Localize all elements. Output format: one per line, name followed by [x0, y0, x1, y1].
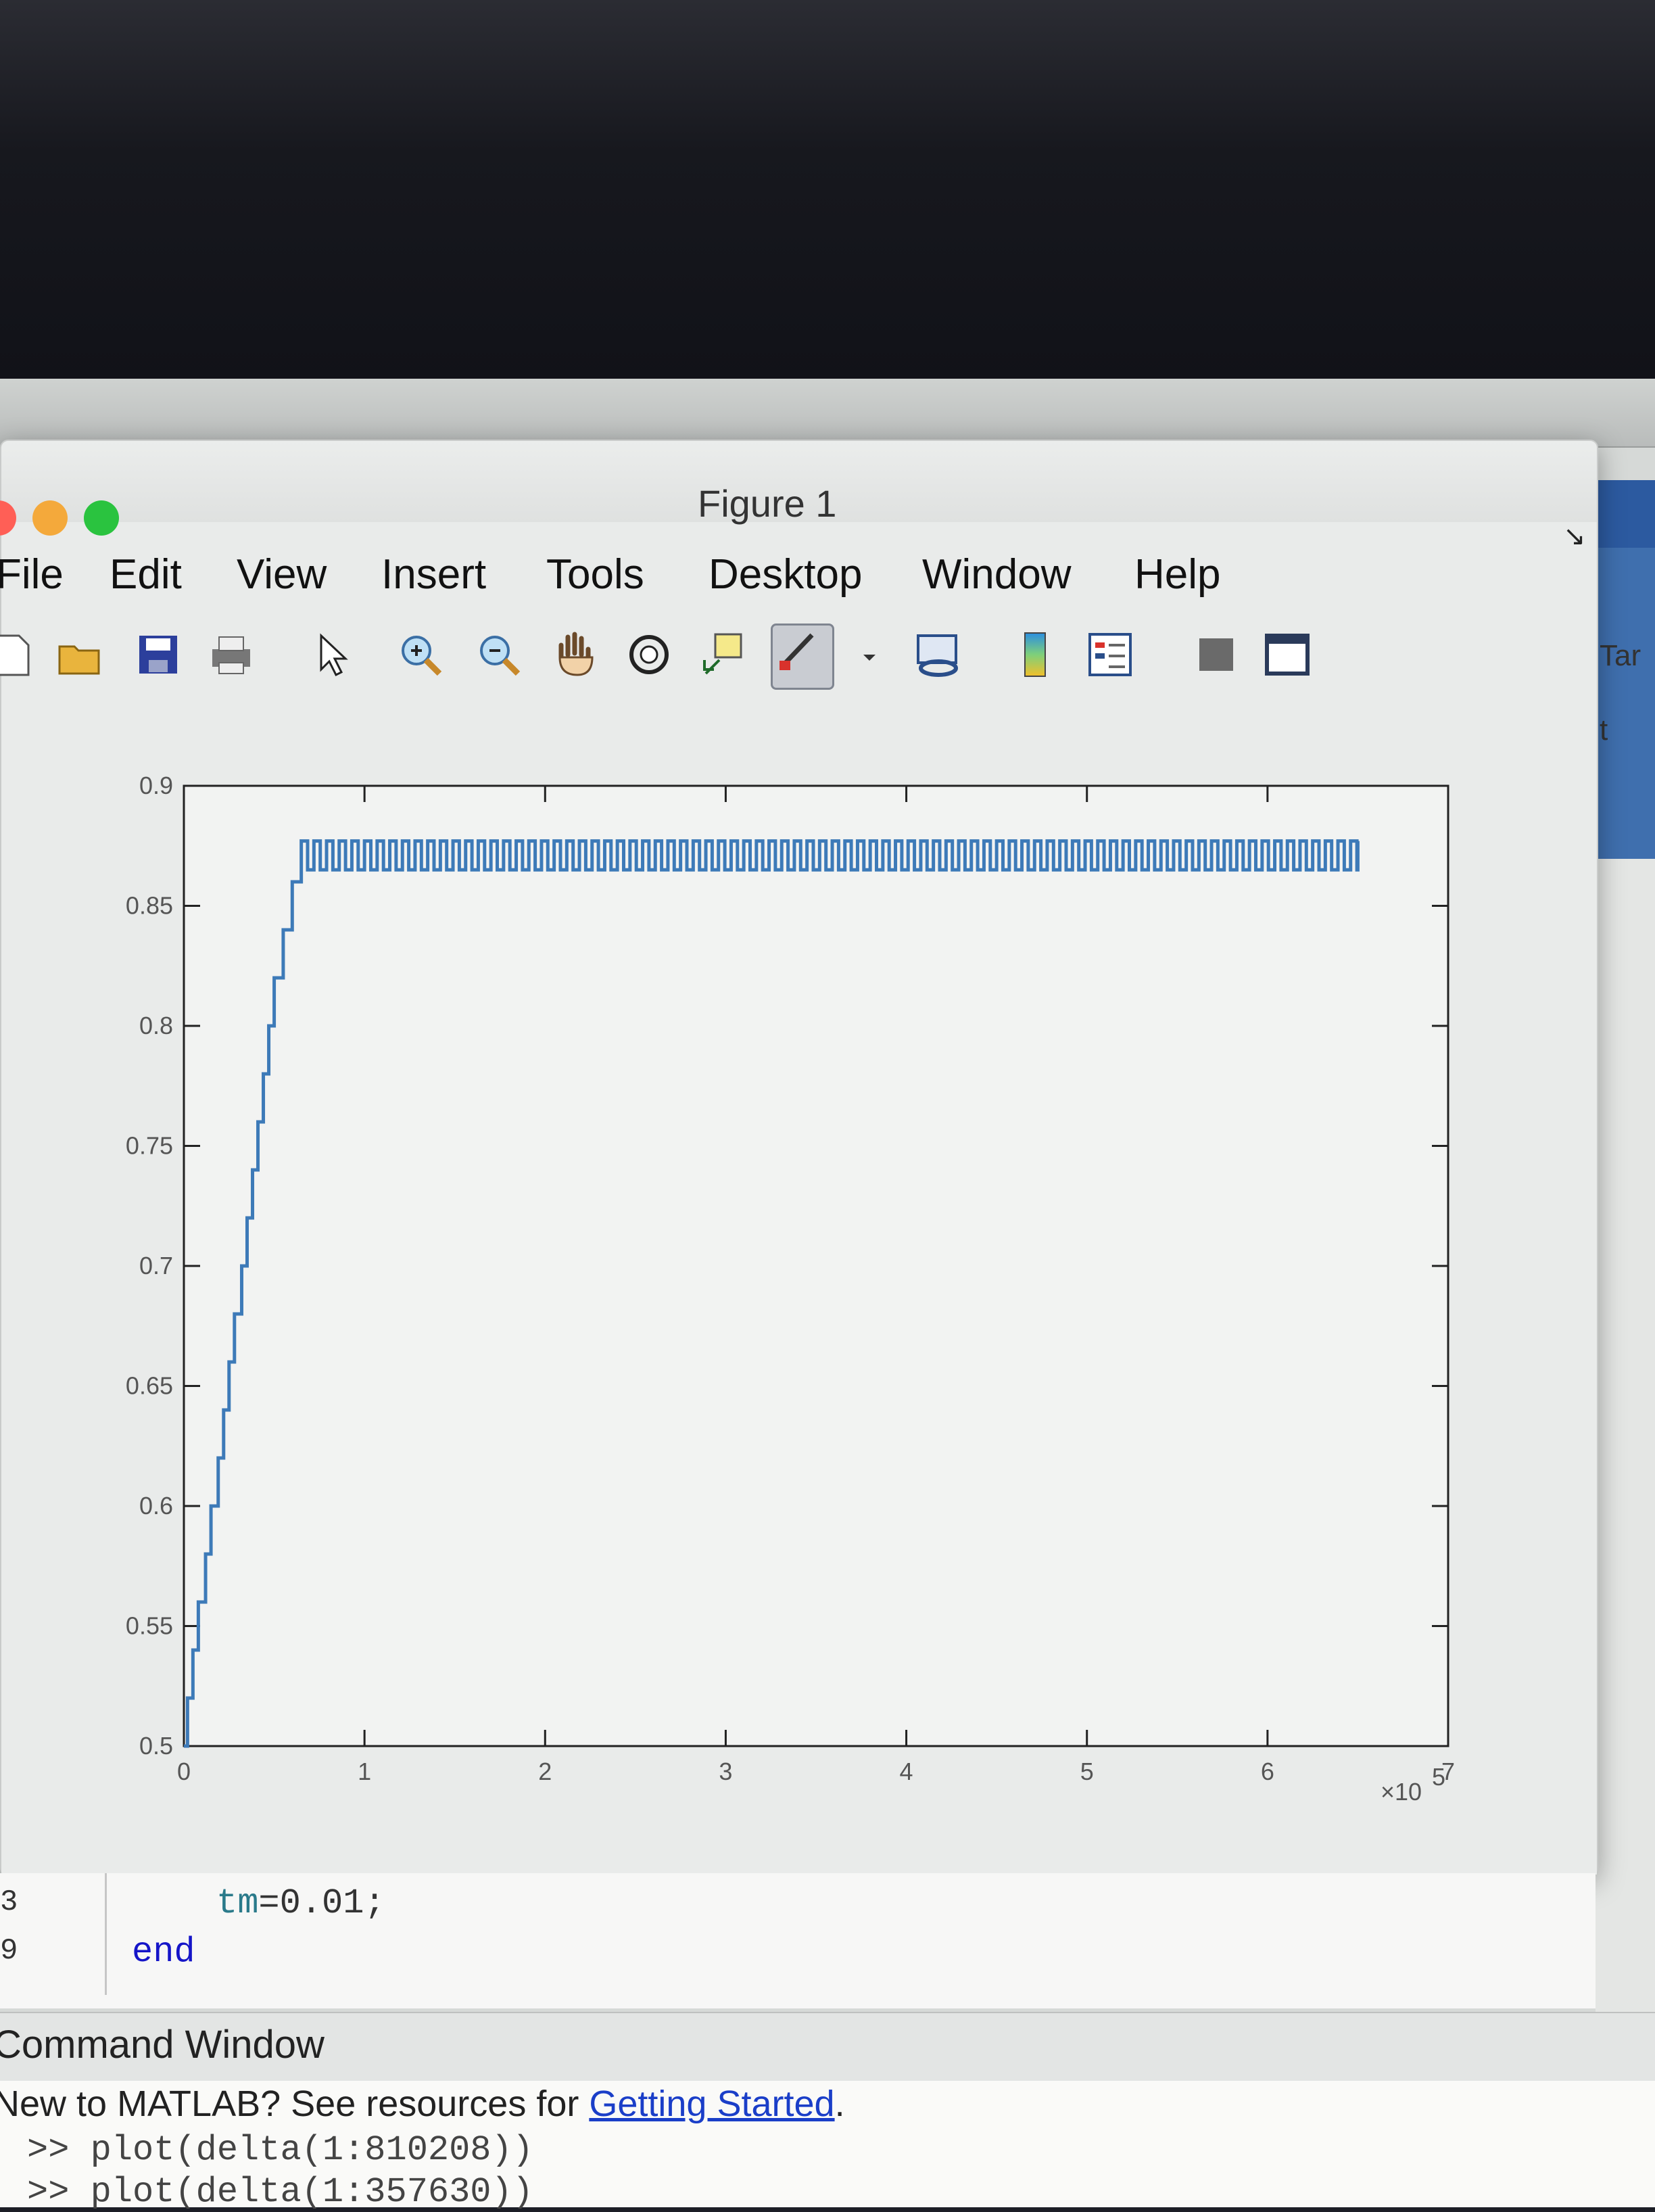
menu-help[interactable]: Help	[1134, 550, 1221, 598]
matlab-main-window-strip	[0, 379, 1655, 448]
x-tick-label: 1	[358, 1758, 371, 1785]
menu-edit[interactable]: Edit	[110, 550, 182, 598]
x-tick-label: 0	[177, 1758, 191, 1785]
y-tick-label: 0.85	[126, 892, 173, 920]
right-workspace-area	[1596, 859, 1655, 2207]
command-window-title: Command Window	[0, 2023, 325, 2067]
code-line-end[interactable]: end	[132, 1932, 195, 1972]
legend-icon[interactable]	[1086, 630, 1134, 679]
pointer-icon[interactable]	[309, 630, 358, 679]
y-tick-label: 0.65	[126, 1372, 173, 1400]
monitor-bezel	[0, 0, 1655, 379]
zoom-in-icon[interactable]	[396, 630, 445, 679]
x-tick-label: 2	[538, 1758, 552, 1785]
y-tick-label: 0.75	[126, 1132, 173, 1160]
figure-title: Figure 1	[698, 482, 837, 525]
editor-gutter	[105, 1873, 107, 1995]
link-period: .	[834, 2084, 845, 2124]
hide-plot-tools-icon[interactable]	[1193, 630, 1241, 679]
y-tick-label: 0.9	[139, 772, 173, 799]
close-button[interactable]	[0, 500, 16, 536]
colorbar-icon[interactable]	[1011, 630, 1060, 679]
open-file-icon[interactable]	[55, 630, 104, 679]
axes-box	[183, 784, 1449, 1747]
y-tick-label: 0.55	[126, 1612, 173, 1640]
side-panel-label: Tar	[1600, 639, 1641, 672]
side-panel-header	[1596, 480, 1655, 548]
figure-window: Figure 1 ↘ File Edit View Insert Tools D…	[0, 440, 1598, 1876]
code-line-tm[interactable]: tm=0.01;	[216, 1883, 385, 1923]
x-tick-label: 5	[1080, 1758, 1094, 1785]
menu-desktop[interactable]: Desktop	[709, 550, 862, 598]
x-axis-multiplier: ×10	[1381, 1778, 1422, 1806]
brush-icon[interactable]	[771, 623, 834, 690]
x-tick-label: 4	[900, 1758, 913, 1785]
save-icon[interactable]	[134, 630, 183, 679]
y-tick-label: 0.5	[139, 1732, 173, 1760]
x-tick-label: 6	[1261, 1758, 1274, 1785]
y-tick-label: 0.7	[139, 1252, 173, 1279]
pan-hand-icon[interactable]	[552, 630, 600, 679]
side-panel-label-2: t	[1600, 713, 1608, 747]
print-icon[interactable]	[207, 630, 256, 679]
getting-started-link[interactable]: Getting Started	[589, 2084, 834, 2124]
x-axis-multiplier-exponent: 5	[1432, 1763, 1445, 1791]
plot-area[interactable]: 0.50.550.60.650.70.750.80.850.9 01234567…	[1, 711, 1597, 1875]
line-number: 9	[0, 1934, 18, 1968]
line-number: 3	[0, 1885, 18, 1919]
command-history-line[interactable]: >> plot(delta(1:357630))	[27, 2172, 533, 2212]
show-plot-tools-icon[interactable]	[1263, 630, 1312, 679]
code-assignment: =0.01;	[258, 1883, 385, 1923]
brush-dropdown-icon[interactable]	[845, 630, 876, 679]
x-tick-label: 3	[719, 1758, 732, 1785]
rotate-3d-icon[interactable]	[625, 630, 673, 679]
window-controls	[0, 500, 119, 536]
minimize-button[interactable]	[32, 500, 68, 536]
new-to-matlab-text: New to MATLAB? See resources for Getting…	[0, 2083, 845, 2125]
menu-tools[interactable]: Tools	[546, 550, 644, 598]
menu-window[interactable]: Window	[922, 550, 1072, 598]
menu-file[interactable]: File	[0, 550, 64, 598]
zoom-button[interactable]	[84, 500, 119, 536]
new-figure-icon[interactable]	[0, 630, 37, 679]
command-history-line[interactable]: >> plot(delta(1:810208))	[27, 2130, 533, 2170]
new-to-matlab-label: New to MATLAB? See resources for	[0, 2084, 590, 2124]
code-variable: tm	[216, 1883, 259, 1923]
link-plot-icon[interactable]	[914, 630, 963, 679]
menu-view[interactable]: View	[237, 550, 327, 598]
data-cursor-icon[interactable]	[702, 630, 750, 679]
menu-insert[interactable]: Insert	[381, 550, 486, 598]
zoom-out-icon[interactable]	[475, 630, 523, 679]
y-tick-label: 0.6	[139, 1492, 173, 1520]
y-tick-label: 0.8	[139, 1012, 173, 1039]
